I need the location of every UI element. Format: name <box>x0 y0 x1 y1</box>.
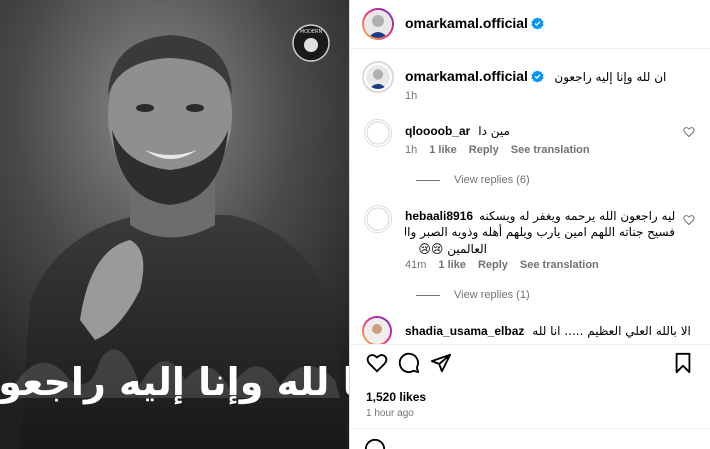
comment-username[interactable]: qloooob_ar <box>405 124 470 138</box>
comment-text: ان لله وان اليه راجعون الله يرحمه ويغفر … <box>478 209 675 223</box>
caption-username[interactable]: omarkamal.official <box>405 68 528 84</box>
heart-icon[interactable] <box>683 126 695 138</box>
author-header: omarkamal.official <box>405 15 544 33</box>
comment-avatar[interactable] <box>364 119 392 147</box>
author-username[interactable]: omarkamal.official <box>405 15 528 31</box>
image-calligraphy: إنا لله وإنا إليه راجعون <box>0 360 349 405</box>
action-bar <box>366 352 696 378</box>
comment-likes[interactable]: 1 like <box>438 259 466 271</box>
heart-icon[interactable] <box>366 352 388 374</box>
verified-badge-icon <box>531 70 544 83</box>
comment-meta: 1h 1 like Reply See translation <box>405 144 602 156</box>
emoji-icon[interactable] <box>364 438 386 449</box>
post-image[interactable]: MODERN إنا لله وإنا إليه راجعون <box>0 0 349 449</box>
footer-divider <box>350 428 710 429</box>
heart-icon[interactable] <box>683 214 695 226</box>
comment-text-line: فسيح جناته اللهم امين يارب ويلهم أهله وذ… <box>405 225 675 239</box>
comment-username[interactable]: hebaali8916 <box>405 209 473 223</box>
author-avatar[interactable] <box>362 8 394 40</box>
bookmark-icon[interactable] <box>672 352 694 374</box>
comment-text: لا حول ولا قوة الا بالله العلي العظيم ..… <box>532 324 695 338</box>
reply-button[interactable]: Reply <box>469 144 499 156</box>
verified-badge-icon <box>531 17 544 30</box>
comment-text-line: العالمين 😢😢 <box>418 242 487 256</box>
view-replies-button[interactable]: View replies (1) <box>416 289 530 301</box>
comment-meta: 41m 1 like Reply See translation <box>405 259 611 271</box>
see-translation-link[interactable]: See translation <box>511 144 590 156</box>
caption-text: ان لله وإنا إليه راجعون <box>554 70 667 84</box>
comment-body: shadia_usama_elbaz لا حول ولا قوة الا با… <box>405 321 695 340</box>
caption-time: 1h <box>405 90 418 102</box>
header-divider <box>350 48 710 49</box>
comment-text: مين دا <box>478 124 510 138</box>
comment-username[interactable]: shadia_usama_elbaz <box>405 324 524 338</box>
likes-count[interactable]: 1,520 likes <box>366 390 426 404</box>
post-time: 1 hour ago <box>366 408 414 419</box>
reply-button[interactable]: Reply <box>478 259 508 271</box>
comment-body: qloooob_ar مين دا <box>405 121 510 140</box>
logo-text: MODERN <box>300 29 323 35</box>
caption-avatar[interactable] <box>362 61 394 93</box>
comment-time: 1h <box>405 144 418 156</box>
comment-avatar[interactable] <box>362 316 392 346</box>
post-sidebar: omarkamal.official omarkamal.official ان… <box>350 0 710 449</box>
comment-icon[interactable] <box>398 352 420 374</box>
view-replies-button[interactable]: View replies (6) <box>416 174 530 186</box>
share-icon[interactable] <box>430 352 452 374</box>
comment-likes[interactable]: 1 like <box>429 144 457 156</box>
comment-time: 41m <box>405 259 427 271</box>
comment-avatar[interactable] <box>364 205 392 233</box>
caption: omarkamal.official ان لله وإنا إليه راجع… <box>405 68 666 86</box>
see-translation-link[interactable]: See translation <box>520 259 599 271</box>
